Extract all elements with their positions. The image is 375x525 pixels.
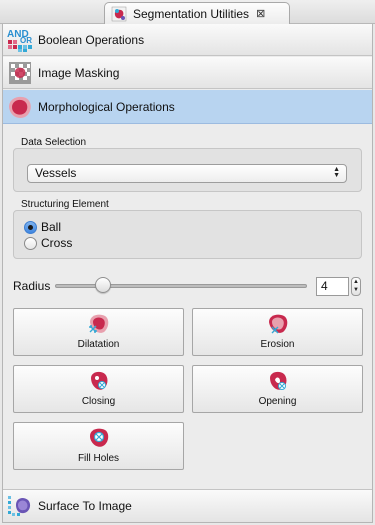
section-boolean-operations-label: Boolean Operations: [38, 32, 145, 47]
image-masking-icon: [9, 61, 31, 84]
segmentation-utilities-icon: [111, 6, 127, 21]
data-selection-group: Vessels ▲ ▼: [13, 148, 362, 192]
data-selection-dropdown[interactable]: Vessels ▲ ▼: [27, 164, 347, 183]
radio-cross-button[interactable]: [24, 236, 37, 250]
closing-button[interactable]: Closing: [13, 365, 184, 413]
radio-cross[interactable]: Cross: [24, 235, 72, 251]
section-morphological-operations[interactable]: Morphological Operations: [3, 90, 372, 124]
closing-icon: [90, 371, 107, 390]
closing-label: Closing: [81, 396, 116, 407]
tab-title: Segmentation Utilities: [133, 6, 250, 21]
section-image-masking[interactable]: Image Masking: [3, 57, 372, 89]
opening-button[interactable]: Opening: [192, 365, 363, 413]
segmentation-utilities-panel: AND OR Boolean Operations Image Masking …: [2, 24, 373, 523]
radius-spinbox[interactable]: 4: [316, 277, 349, 296]
boolean-operations-icon: AND OR: [7, 29, 32, 52]
section-surface-to-image-label: Surface To Image: [38, 499, 132, 513]
section-boolean-operations[interactable]: AND OR Boolean Operations: [3, 24, 372, 56]
view-tab-bar: Segmentation Utilities ⊠: [0, 0, 375, 24]
erosion-label: Erosion: [260, 339, 295, 350]
fill-holes-label: Fill Holes: [77, 453, 120, 464]
opening-icon: [269, 371, 286, 390]
close-icon[interactable]: ⊠: [256, 7, 265, 20]
erosion-icon: [268, 314, 287, 334]
radius-label: Radius: [13, 279, 51, 293]
data-selection-value: Vessels: [35, 166, 77, 180]
dilatation-label: Dilatation: [77, 339, 120, 350]
surface-to-image-icon: [8, 496, 31, 516]
dilatation-button[interactable]: Dilatation: [13, 308, 184, 356]
radio-cross-label: Cross: [41, 236, 73, 250]
section-morphological-operations-label: Morphological Operations: [38, 99, 175, 114]
opening-label: Opening: [258, 396, 297, 407]
radio-ball-label: Ball: [41, 220, 62, 234]
dilatation-icon: [88, 314, 108, 333]
radius-slider-handle[interactable]: [95, 277, 112, 293]
section-surface-to-image[interactable]: Surface To Image: [3, 489, 372, 522]
fill-holes-button[interactable]: Fill Holes: [13, 422, 184, 470]
erosion-button[interactable]: Erosion: [192, 308, 363, 356]
dropdown-arrows-icon: ▲ ▼: [333, 166, 340, 179]
radius-stepper[interactable]: ▲ ▼: [351, 277, 361, 296]
section-image-masking-label: Image Masking: [38, 65, 120, 80]
svg-text:OR: OR: [20, 36, 32, 45]
fill-holes-icon: [89, 428, 108, 447]
morphological-operations-icon: [9, 96, 31, 118]
structuring-element-group: Ball Cross: [13, 210, 362, 259]
radio-ball-button[interactable]: [24, 220, 37, 234]
radius-slider-track[interactable]: [55, 284, 307, 288]
data-selection-label: Data Selection: [21, 137, 87, 148]
structuring-element-label: Structuring Element: [21, 199, 109, 210]
segmentation-utilities-tab[interactable]: Segmentation Utilities ⊠: [104, 2, 290, 24]
radio-ball[interactable]: Ball: [24, 219, 61, 235]
